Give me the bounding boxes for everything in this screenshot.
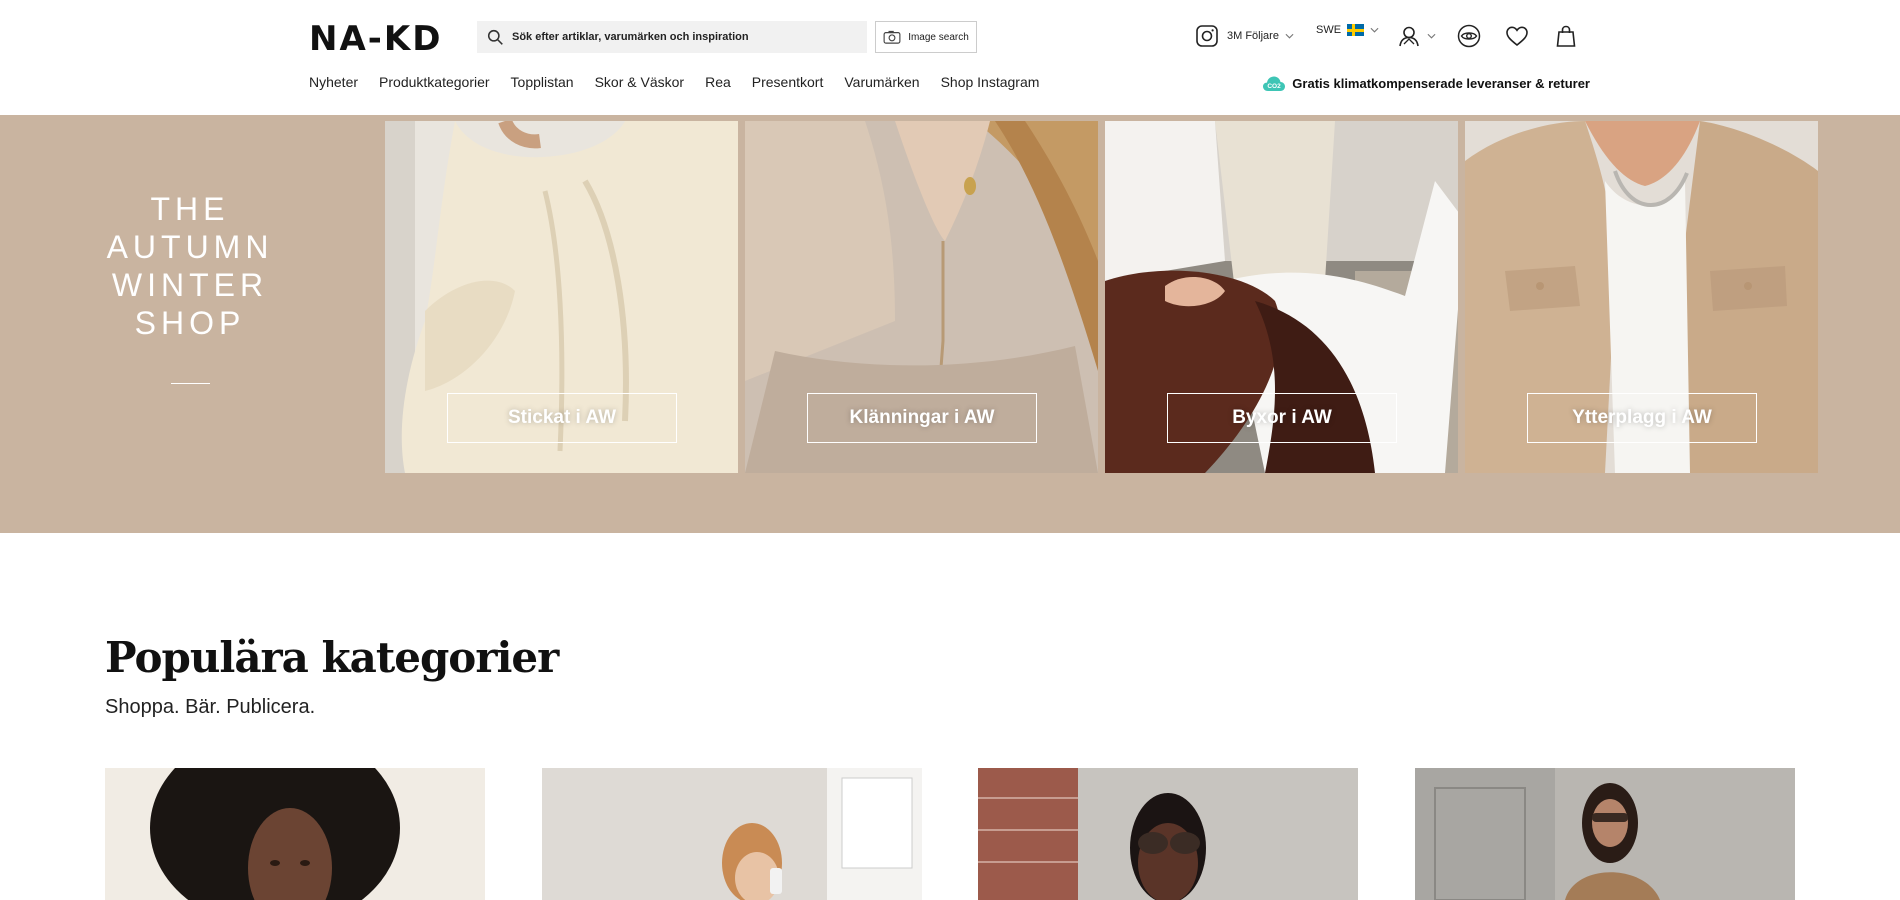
category-photo [1415, 768, 1795, 900]
chevron-down-icon [1427, 33, 1436, 39]
language-code: SWE [1316, 24, 1342, 36]
account-menu[interactable] [1397, 24, 1436, 48]
byxor-button[interactable]: Byxor i AW [1167, 393, 1397, 443]
wishlist-button[interactable] [1505, 24, 1529, 48]
followers-count: 3M Följare [1227, 30, 1279, 42]
ytterplagg-button[interactable]: Ytterplagg i AW [1527, 393, 1757, 443]
search-icon [487, 29, 503, 45]
shopping-bag-icon [1556, 25, 1576, 47]
search-input[interactable] [512, 31, 842, 43]
recently-viewed-button[interactable] [1457, 24, 1481, 48]
chevron-down-icon [1285, 33, 1294, 39]
nav-item-rea[interactable]: Rea [705, 74, 731, 90]
hero-tile-stickat[interactable]: Stickat i AW [385, 121, 738, 473]
main-navigation: Nyheter Produktkategorier Topplistan Sko… [309, 74, 1060, 90]
category-card[interactable] [105, 768, 485, 900]
klanningar-button[interactable]: Klänningar i AW [807, 393, 1037, 443]
nav-item-produktkategorier[interactable]: Produktkategorier [379, 74, 490, 90]
hero-tile-byxor[interactable]: Byxor i AW [1105, 121, 1458, 473]
instagram-followers[interactable]: 3M Följare [1195, 24, 1294, 48]
hero-divider [171, 383, 210, 384]
recently-viewed-eye-icon [1457, 24, 1481, 48]
free-delivery-text: Gratis klimatkompenserade leveranser & r… [1292, 75, 1590, 91]
category-photo [978, 768, 1358, 900]
popular-categories-title: Populära kategorier [105, 633, 559, 682]
hero-tile-ytterplagg[interactable]: Ytterplagg i AW [1465, 121, 1818, 473]
image-search-button[interactable]: Image search [875, 21, 977, 53]
stickat-button[interactable]: Stickat i AW [447, 393, 677, 443]
category-card[interactable] [1415, 768, 1795, 900]
free-delivery-banner[interactable]: CO2 Gratis klimatkompenserade leveranser… [1262, 74, 1590, 92]
hero-tile-klanningar[interactable]: Klänningar i AW [745, 121, 1098, 473]
nav-item-shop-instagram[interactable]: Shop Instagram [941, 74, 1040, 90]
camera-icon [883, 30, 901, 44]
svg-text:NA-KD: NA-KD [309, 20, 442, 52]
cart-button[interactable] [1554, 24, 1578, 48]
popular-categories-subtitle: Shoppa. Bär. Publicera. [105, 696, 316, 718]
category-card[interactable] [542, 768, 922, 900]
nav-item-skor-vaskor[interactable]: Skor & Väskor [595, 74, 684, 90]
nakd-logo[interactable]: NA-KD [309, 20, 455, 52]
nav-item-varumarken[interactable]: Varumärken [844, 74, 919, 90]
hero-title: THE AUTUMN WINTER SHOP [106, 191, 274, 341]
co2-cloud-icon: CO2 [1263, 76, 1286, 91]
language-selector[interactable]: SWE [1316, 24, 1379, 36]
account-icon [1399, 26, 1419, 47]
image-search-label: Image search [908, 31, 969, 43]
category-photo [105, 768, 485, 900]
category-photo [542, 768, 922, 900]
category-card[interactable] [978, 768, 1358, 900]
heart-icon [1506, 26, 1528, 47]
chevron-down-icon [1370, 27, 1379, 33]
flag-sweden-icon [1347, 24, 1365, 36]
nav-item-nyheter[interactable]: Nyheter [309, 74, 358, 90]
autumn-winter-hero: THE AUTUMN WINTER SHOP Stickat i AW Klän… [0, 115, 1900, 533]
instagram-icon [1196, 25, 1218, 47]
nav-item-topplistan[interactable]: Topplistan [511, 74, 574, 90]
search-bar[interactable] [477, 21, 867, 53]
svg-text:CO2: CO2 [1268, 83, 1282, 90]
nav-item-presentkort[interactable]: Presentkort [752, 74, 824, 90]
